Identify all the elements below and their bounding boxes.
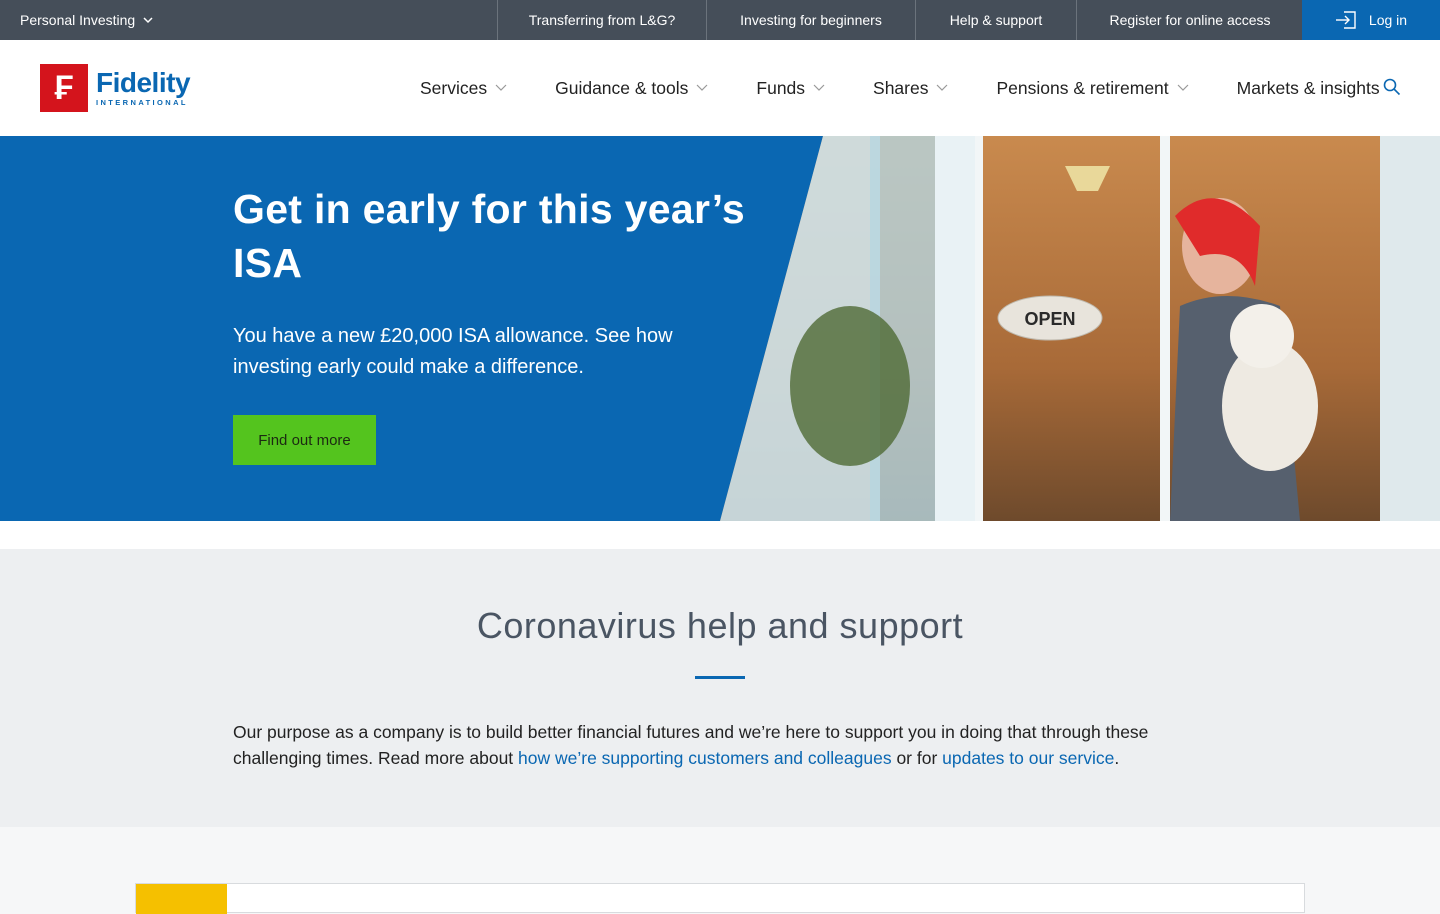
fidelity-logo-mark: ₣	[40, 64, 88, 112]
utility-link-register[interactable]: Register for online access	[1076, 0, 1303, 40]
nav-item-label: Services	[420, 77, 488, 98]
nav-item-markets-insights[interactable]: Markets & insights	[1237, 78, 1380, 99]
open-sign-text: OPEN	[1024, 309, 1075, 329]
find-out-more-button[interactable]: Find out more	[233, 415, 376, 465]
hero-intro: You have a new £20,000 ISA allowance. Se…	[233, 325, 673, 378]
nav-item-guidance-tools[interactable]: Guidance & tools	[555, 78, 708, 99]
segment-label: Personal Investing	[20, 12, 136, 28]
chevron-down-icon	[1177, 84, 1189, 91]
nav-item-label: Shares	[873, 77, 929, 98]
chevron-down-icon	[696, 84, 708, 91]
fidelity-wordmark: Fidelity INTERNATIONAL	[96, 64, 191, 108]
service-updates-link[interactable]: updates to our service	[942, 748, 1114, 768]
nav-item-label: Funds	[756, 77, 806, 98]
nav-item-shares[interactable]: Shares	[873, 78, 948, 99]
logo-name: Fidelity	[96, 67, 191, 98]
login-icon	[1335, 11, 1356, 29]
utility-bar: Personal Investing Transferring from L&G…	[0, 0, 1440, 40]
utility-link-beginners[interactable]: Investing for beginners	[706, 0, 915, 40]
utility-link-transferring[interactable]: Transferring from L&G?	[497, 0, 706, 40]
chevron-down-icon	[813, 84, 825, 91]
coronavirus-section: Coronavirus help and support Our purpose…	[0, 549, 1440, 827]
utility-link-help[interactable]: Help & support	[915, 0, 1076, 40]
nav-item-funds[interactable]: Funds	[756, 78, 825, 99]
coronavirus-title: Coronavirus help and support	[476, 605, 964, 646]
chevron-down-icon	[143, 17, 153, 24]
card-accent-tab	[136, 884, 227, 914]
login-button[interactable]: Log in	[1302, 0, 1440, 40]
fidelity-logo[interactable]: ₣ Fidelity INTERNATIONAL	[40, 64, 191, 112]
body-text: or for	[891, 748, 943, 768]
segment-selector[interactable]: Personal Investing	[20, 0, 153, 40]
section-spacer	[0, 521, 1440, 549]
utility-links: Transferring from L&G? Investing for beg…	[497, 0, 1303, 40]
nav-item-label: Pensions & retirement	[996, 77, 1169, 98]
nav-item-label: Markets & insights	[1236, 77, 1380, 98]
supporting-customers-link[interactable]: how we’re supporting customers and colle…	[518, 748, 892, 768]
hero-title: Get in early for this year’s ISA	[233, 186, 745, 286]
hero-banner: OPEN Get in early for this year’s ISA Yo…	[0, 136, 1440, 521]
login-label: Log in	[1368, 12, 1408, 28]
chevron-down-icon	[495, 84, 507, 91]
search-icon	[1383, 78, 1401, 96]
logo-subtitle: INTERNATIONAL	[96, 98, 188, 107]
body-text: .	[1114, 748, 1120, 768]
nav-item-services[interactable]: Services	[420, 78, 507, 99]
coronavirus-body: Our purpose as a company is to build bet…	[233, 719, 1193, 771]
search-button[interactable]	[1383, 78, 1401, 96]
main-header: ₣ Fidelity INTERNATIONAL Services Guidan…	[0, 40, 1440, 136]
chevron-down-icon	[937, 84, 948, 91]
content-card	[135, 883, 1305, 914]
main-nav: Services Guidance & tools Funds Shares P…	[420, 40, 1380, 136]
nav-item-label: Guidance & tools	[555, 77, 689, 98]
title-divider	[695, 676, 745, 679]
nav-item-pensions[interactable]: Pensions & retirement	[996, 77, 1189, 99]
